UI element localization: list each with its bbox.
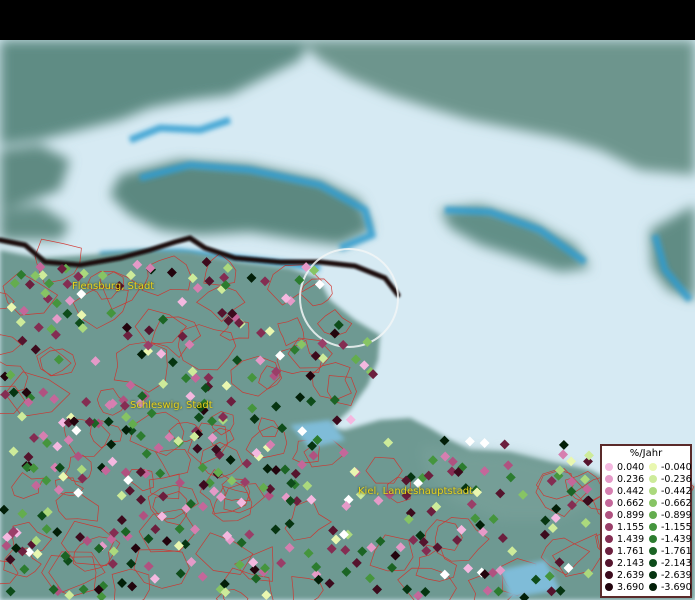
legend-value: -2.639 xyxy=(661,570,692,581)
legend-value: 0.040 xyxy=(617,462,645,473)
legend-value: -0.442 xyxy=(661,486,692,497)
legend-swatch xyxy=(649,583,657,591)
legend-swatch xyxy=(649,535,657,543)
legend-value: -1.439 xyxy=(661,534,692,545)
legend-swatch xyxy=(605,559,613,567)
legend-swatch xyxy=(649,547,657,555)
legend-swatch xyxy=(649,511,657,519)
legend-value: -1.155 xyxy=(661,522,692,533)
legend-swatch xyxy=(605,487,613,495)
legend-swatch xyxy=(605,571,613,579)
legend-swatch xyxy=(605,511,613,519)
legend-swatch xyxy=(649,571,657,579)
legend-value: -1.761 xyxy=(661,546,692,557)
place-label-flensburg: Flensburg, Stadt xyxy=(72,281,155,292)
legend-value: -2.143 xyxy=(661,558,692,569)
legend-value: 3.690 xyxy=(617,582,645,593)
legend-swatch xyxy=(649,499,657,507)
legend-swatch xyxy=(649,559,657,567)
legend-value: 2.639 xyxy=(617,570,645,581)
legend-value: 1.155 xyxy=(617,522,645,533)
legend-swatch xyxy=(605,475,613,483)
legend-value: 0.442 xyxy=(617,486,645,497)
legend-swatch xyxy=(649,523,657,531)
map-view[interactable] xyxy=(0,40,695,600)
place-label-schleswig: Schleswig, Stadt xyxy=(130,400,213,411)
place-label-kiel: Kiel, Landeshauptstadt xyxy=(358,486,473,497)
legend-value: -0.662 xyxy=(661,498,692,509)
top-black-bar xyxy=(0,0,695,40)
legend-swatch xyxy=(605,547,613,555)
legend-swatch xyxy=(649,463,657,471)
legend-swatch xyxy=(605,499,613,507)
legend-value: 0.899 xyxy=(617,510,645,521)
legend-value: -0.236 xyxy=(661,474,692,485)
legend-swatch xyxy=(649,475,657,483)
legend-swatch xyxy=(649,487,657,495)
legend-value: 1.439 xyxy=(617,534,645,545)
legend-value: 0.236 xyxy=(617,474,645,485)
legend-value: -0.899 xyxy=(661,510,692,521)
legend-value: 0.662 xyxy=(617,498,645,509)
legend: %/Jahr 0.040 -0.040 0.236 -0.236 0.442 -0.442… xyxy=(600,444,692,598)
legend-swatch xyxy=(605,523,613,531)
legend-title: %/Jahr xyxy=(629,448,663,459)
legend-swatch xyxy=(605,463,613,471)
legend-swatch xyxy=(605,583,613,591)
legend-value: -0.040 xyxy=(661,462,692,473)
legend-swatch xyxy=(605,535,613,543)
legend-value: 1.761 xyxy=(617,546,645,557)
legend-value: -3.690 xyxy=(661,582,692,593)
legend-value: 2.143 xyxy=(617,558,645,569)
